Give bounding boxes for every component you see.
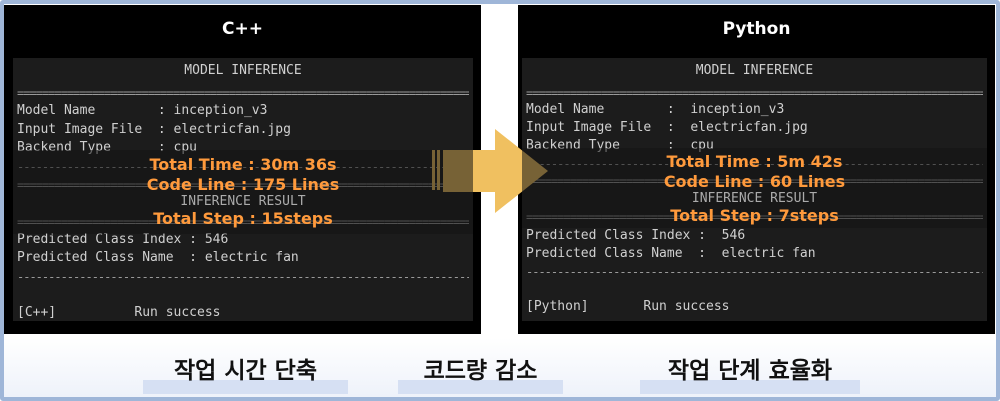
total-time: Total Time : 5m 42s	[666, 152, 843, 171]
status-line: [C++] Run success	[17, 305, 221, 320]
result-header: INFERENCE RESULT	[691, 191, 818, 206]
terminal-line: Input Image File : electricfan.jpg	[17, 122, 291, 137]
caption-time-reduction: 작업 시간 단축	[174, 358, 317, 384]
terminal-line: Predicted Class Name : electric fan	[526, 246, 816, 261]
divider: ========================================…	[17, 87, 469, 99]
terminal-header: MODEL INFERENCE	[695, 63, 814, 78]
divider: ----------------------------------------…	[526, 266, 983, 278]
terminal-output: MODEL INFERENCE ========================…	[13, 58, 473, 321]
terminal-line: Predicted Class Index : 546	[17, 232, 229, 247]
cpp-panel: C++ MODEL INFERENCE ====================…	[4, 5, 481, 334]
caption-step-efficiency: 작업 단계 효율화	[667, 358, 833, 384]
caption-code-reduction: 코드량 감소	[423, 358, 538, 384]
divider: ========================================…	[526, 87, 983, 99]
terminal-line: Model Name : inception_v3	[526, 102, 785, 117]
panel-title: Python	[722, 19, 791, 39]
code-line: Code Line : 60 Lines	[663, 172, 846, 191]
terminal-line: Predicted Class Name : electric fan	[17, 250, 299, 265]
total-time: Total Time : 30m 36s	[149, 155, 337, 174]
terminal-line: Predicted Class Index : 546	[526, 228, 746, 243]
result-header: INFERENCE RESULT	[180, 194, 306, 209]
terminal-output: MODEL INFERENCE ========================…	[522, 58, 987, 321]
total-step: Total Step : 7steps	[670, 206, 839, 225]
terminal-line: Input Image File : electricfan.jpg	[526, 120, 808, 135]
python-panel: Python MODEL INFERENCE =================…	[518, 5, 995, 334]
terminal-line: Model Name : inception_v3	[17, 103, 268, 118]
status-line: [Python] Run success	[526, 299, 730, 314]
terminal-header: MODEL INFERENCE	[184, 63, 302, 78]
divider: ----------------------------------------…	[17, 271, 469, 283]
code-line: Code Line : 175 Lines	[146, 175, 340, 194]
panel-title: C++	[222, 19, 263, 39]
total-step: Total Step : 15steps	[153, 209, 333, 228]
